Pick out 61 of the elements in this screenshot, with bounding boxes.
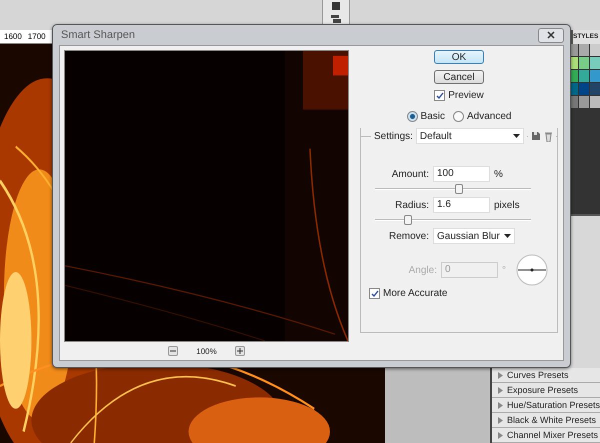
- amount-field[interactable]: 100: [433, 166, 490, 182]
- radio-label: Advanced: [466, 111, 512, 122]
- slider-thumb[interactable]: [404, 215, 412, 225]
- preset-label: Black & White Presets: [507, 415, 596, 425]
- cancel-button[interactable]: Cancel: [434, 70, 484, 84]
- mode-radio[interactable]: Advanced: [452, 111, 512, 122]
- unit-label: %: [494, 168, 503, 180]
- expand-icon: [498, 372, 503, 378]
- plus-icon: [236, 348, 243, 354]
- angle-label: Angle:: [408, 264, 437, 276]
- window-title: Smart Sharpen: [61, 29, 135, 41]
- zoom-out-button[interactable]: [168, 346, 178, 356]
- checkbox[interactable]: [369, 288, 380, 299]
- radio-button[interactable]: [406, 111, 418, 122]
- zoom-level: 100%: [196, 346, 217, 356]
- preset-label: Hue/Saturation Presets: [506, 400, 600, 410]
- minus-icon: [170, 348, 176, 354]
- expand-icon: [498, 402, 503, 408]
- expand-icon: [498, 432, 503, 438]
- more-accurate-checkbox[interactable]: More Accurate: [369, 288, 549, 299]
- close-icon: [547, 31, 555, 39]
- preset-row[interactable]: Black & White Presets: [492, 413, 600, 428]
- mode-radio[interactable]: Basic: [406, 111, 445, 122]
- radius-field[interactable]: 1.6: [433, 197, 490, 213]
- close-button[interactable]: [538, 28, 564, 42]
- preset-row[interactable]: Hue/Saturation Presets: [492, 398, 600, 413]
- preset-label: Exposure Presets: [507, 385, 578, 395]
- checkbox-label: Preview: [448, 90, 484, 101]
- tool-icon[interactable]: [330, 14, 342, 24]
- amount-label: Amount:: [390, 168, 429, 180]
- preset-label: Channel Mixer Presets: [507, 430, 598, 440]
- preset-label: Curves Presets: [507, 370, 569, 380]
- checkbox[interactable]: [434, 90, 446, 101]
- remove-label: Remove:: [388, 230, 429, 242]
- unit-label: °: [502, 264, 506, 276]
- checkbox-label: More Accurate: [383, 288, 448, 299]
- radius-label: Radius:: [394, 200, 429, 210]
- angle-dial[interactable]: [516, 254, 548, 286]
- trash-icon[interactable]: [544, 130, 553, 142]
- check-icon: [370, 290, 378, 298]
- expand-icon: [498, 416, 503, 424]
- radio-label: Basic: [420, 111, 445, 122]
- preview-checkbox[interactable]: Preview: [434, 90, 484, 101]
- tool-icon[interactable]: [331, 2, 341, 10]
- zoom-in-button[interactable]: [234, 346, 245, 356]
- check-icon: [436, 92, 444, 100]
- slider-thumb[interactable]: [455, 184, 464, 194]
- radio-button[interactable]: [452, 111, 464, 122]
- caret-icon: [504, 234, 511, 238]
- settings-dropdown[interactable]: Default: [416, 128, 524, 144]
- ruler-label: 1600: [4, 31, 22, 43]
- caret-icon: [512, 134, 520, 138]
- preset-row[interactable]: Channel Mixer Presets: [492, 428, 600, 443]
- expand-icon: [498, 386, 503, 394]
- ok-button[interactable]: OK: [434, 50, 484, 64]
- preset-row[interactable]: Exposure Presets: [492, 383, 600, 398]
- unit-label: pixels: [494, 200, 520, 210]
- ruler-label: 1700: [28, 31, 46, 43]
- settings-label: Settings:: [374, 130, 413, 142]
- remove-dropdown[interactable]: Gaussian Blur: [433, 228, 515, 244]
- save-icon[interactable]: [530, 131, 541, 141]
